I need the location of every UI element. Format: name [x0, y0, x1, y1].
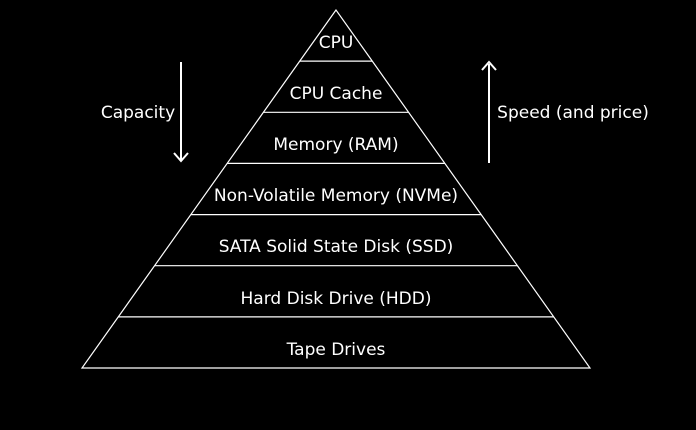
tier-label-memory: Memory (RAM): [273, 135, 398, 155]
capacity-indicator: Capacity: [101, 62, 189, 163]
tier-label-ssd: SATA Solid State Disk (SSD): [219, 237, 454, 257]
tier-label-cpu: CPU: [319, 33, 354, 53]
storage-hierarchy-diagram: CPU CPU Cache Memory (RAM) Non-Volatile …: [80, 8, 649, 369]
arrow-down-icon: [173, 62, 189, 163]
tier-label-tape: Tape Drives: [286, 340, 386, 360]
arrow-up-icon: [481, 60, 497, 163]
pyramid: CPU CPU Cache Memory (RAM) Non-Volatile …: [80, 8, 592, 369]
tier-label-nvme: Non-Volatile Memory (NVMe): [214, 186, 458, 206]
tier-label-cpu-cache: CPU Cache: [290, 84, 383, 104]
tier-label-hdd: Hard Disk Drive (HDD): [241, 289, 432, 309]
speed-indicator: Speed (and price): [481, 60, 649, 163]
capacity-label: Capacity: [101, 103, 175, 123]
speed-label: Speed (and price): [497, 103, 649, 123]
